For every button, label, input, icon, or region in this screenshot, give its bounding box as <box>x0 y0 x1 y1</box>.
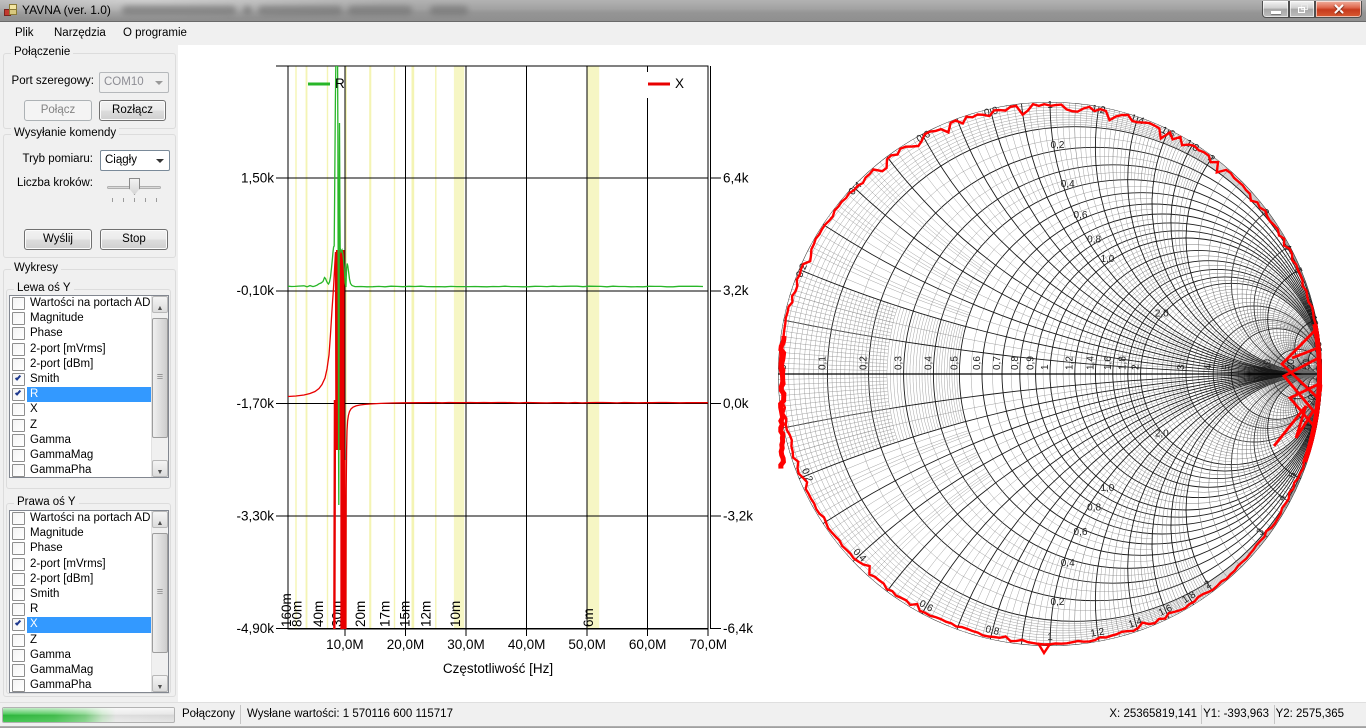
svg-text:17m: 17m <box>378 601 393 627</box>
svg-text:1,2: 1,2 <box>1065 356 1076 370</box>
svg-text:R: R <box>335 76 345 91</box>
svg-text:0,6: 0,6 <box>1074 527 1088 538</box>
svg-text:1,4: 1,4 <box>1085 356 1096 370</box>
svg-text:80m: 80m <box>290 601 305 627</box>
svg-text:-6,4k: -6,4k <box>723 621 753 636</box>
svg-text:50,0M: 50,0M <box>568 637 606 652</box>
svg-text:-1,70k: -1,70k <box>236 396 274 411</box>
svg-text:2,0: 2,0 <box>1155 309 1169 320</box>
svg-text:2,0: 2,0 <box>1155 428 1169 439</box>
svg-text:0,7: 0,7 <box>992 356 1003 370</box>
svg-text:3,2k: 3,2k <box>723 283 749 298</box>
svg-text:0,1: 0,1 <box>818 356 829 370</box>
svg-text:30,0M: 30,0M <box>447 637 485 652</box>
svg-text:Częstotliwość [Hz]: Częstotliwość [Hz] <box>443 661 553 676</box>
svg-text:0,2: 0,2 <box>859 356 870 370</box>
svg-text:6,4k: 6,4k <box>723 171 749 186</box>
svg-text:-0,10k: -0,10k <box>236 283 274 298</box>
svg-text:1,0: 1,0 <box>1100 254 1114 265</box>
svg-text:70,0M: 70,0M <box>689 637 727 652</box>
svg-text:0,9: 0,9 <box>1026 356 1037 370</box>
svg-text:6m: 6m <box>581 608 596 627</box>
svg-text:0,8: 0,8 <box>1087 235 1101 246</box>
svg-text:4: 4 <box>1203 364 1214 370</box>
svg-text:60,0M: 60,0M <box>629 637 667 652</box>
svg-text:10: 10 <box>1263 358 1274 370</box>
svg-text:2: 2 <box>1131 364 1142 370</box>
svg-text:-3,2k: -3,2k <box>723 509 753 524</box>
svg-text:1,6: 1,6 <box>1103 356 1114 370</box>
svg-text:0,2: 0,2 <box>1051 597 1065 608</box>
svg-text:10,0M: 10,0M <box>326 637 364 652</box>
svg-text:0,3: 0,3 <box>894 356 905 370</box>
svg-text:-3,30k: -3,30k <box>236 509 274 524</box>
svg-text:0,6: 0,6 <box>972 356 983 370</box>
svg-text:0,8: 0,8 <box>1087 502 1101 513</box>
svg-text:40m: 40m <box>311 601 326 627</box>
svg-text:40,0M: 40,0M <box>508 637 546 652</box>
svg-text:0,8: 0,8 <box>1010 356 1021 370</box>
svg-text:10m: 10m <box>448 601 463 627</box>
svg-text:0,6: 0,6 <box>1074 210 1088 221</box>
svg-text:0,5: 0,5 <box>949 356 960 370</box>
svg-text:20,0M: 20,0M <box>387 637 425 652</box>
svg-text:0,2: 0,2 <box>1051 140 1065 151</box>
svg-text:0,0k: 0,0k <box>723 396 749 411</box>
svg-text:15m: 15m <box>398 601 413 627</box>
svg-text:-4,90k: -4,90k <box>236 621 274 636</box>
svg-text:3: 3 <box>1176 364 1187 370</box>
svg-text:1,0: 1,0 <box>1100 483 1114 494</box>
svg-text:0,4: 0,4 <box>1061 179 1075 190</box>
svg-text:0,4: 0,4 <box>923 356 934 370</box>
svg-text:20m: 20m <box>353 601 368 627</box>
svg-text:1,50k: 1,50k <box>241 171 274 186</box>
svg-text:12m: 12m <box>419 601 434 627</box>
svg-text:1: 1 <box>1047 632 1053 643</box>
svg-text:X: X <box>675 76 684 91</box>
svg-text:1: 1 <box>1040 364 1051 370</box>
svg-text:0,4: 0,4 <box>1061 558 1075 569</box>
svg-text:1,8: 1,8 <box>1118 356 1129 370</box>
svg-text:5: 5 <box>1221 364 1232 370</box>
